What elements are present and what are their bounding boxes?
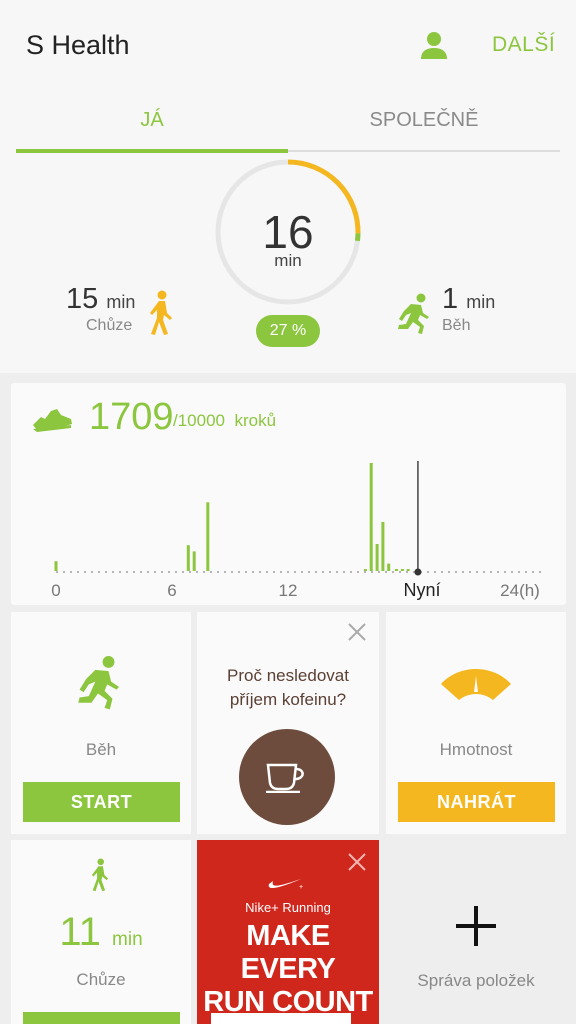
tab-bar: JÁ SPOLEČNĚ	[0, 95, 576, 155]
caffeine-tile[interactable]: Proč nesledovat příjem kofeinu?	[197, 612, 379, 834]
start-button[interactable]: START	[23, 782, 180, 822]
axis-label-24: 24(h)	[500, 581, 540, 600]
profile-button[interactable]	[416, 28, 452, 64]
weight-tile-label: Hmotnost	[439, 740, 513, 759]
manage-items-tile[interactable]: Správa položek	[386, 840, 566, 1024]
axis-label-now: Nyní	[403, 580, 440, 600]
app-title: S Health	[26, 30, 130, 60]
hourly-steps-chart: 0 6 12 Nyní 24(h)	[51, 461, 541, 600]
running-icon	[398, 293, 429, 334]
app-bar: S Health DALŠÍ	[0, 0, 576, 95]
steps-card[interactable]: 1709 /10000 kroků 0 6 12 Nyní 24(h)	[11, 383, 566, 605]
nike-brand: Nike+ Running	[245, 900, 331, 915]
plus-icon	[456, 906, 496, 946]
step-bar	[186, 545, 190, 571]
walking-minutes: 15 min	[66, 283, 136, 315]
scale-gauge-icon	[441, 669, 511, 700]
goal-percent-badge: 27 %	[256, 315, 320, 347]
nike-running-ad[interactable]: + Nike+ Running MAKE EVERY RUN COUNT	[197, 840, 379, 1024]
tab-me[interactable]: JÁ	[16, 109, 288, 132]
step-bar	[395, 569, 398, 571]
more-button[interactable]: DALŠÍ	[492, 33, 555, 57]
nike-cta-button[interactable]	[211, 1013, 351, 1024]
axis-label-6: 6	[167, 581, 176, 600]
step-bar	[406, 569, 410, 571]
step-bar	[54, 561, 58, 571]
nike-headline: MAKE EVERY RUN COUNT	[203, 920, 373, 1018]
walking-icon	[91, 858, 109, 892]
running-icon	[78, 656, 120, 710]
run-tile-label: Běh	[85, 740, 117, 759]
coffee-cup-icon	[266, 763, 304, 793]
tab-indicator	[16, 149, 288, 153]
manage-items-label: Správa položek	[417, 971, 535, 990]
step-bar	[400, 569, 404, 571]
step-bar	[381, 521, 385, 571]
walking-icon	[150, 290, 172, 335]
running-minutes: 1 min	[442, 283, 496, 315]
run-tile[interactable]: Běh START	[11, 612, 191, 834]
step-bar	[192, 551, 196, 571]
activity-summary[interactable]: 16 min 27 % 15 min Chůze 1 min Běh	[0, 155, 576, 373]
person-icon	[421, 32, 447, 59]
walk-tile-button[interactable]	[23, 1012, 180, 1024]
nike-swoosh-icon: +	[268, 879, 303, 890]
close-icon[interactable]	[347, 622, 367, 642]
caffeine-prompt: Proč nesledovat příjem kofeinu?	[227, 666, 349, 709]
step-bar	[387, 563, 391, 571]
walking-label: Chůze	[86, 317, 133, 334]
step-bar	[363, 569, 367, 571]
weight-tile[interactable]: Hmotnost NAHRÁT	[386, 612, 566, 834]
running-label: Běh	[442, 317, 471, 334]
walk-tile-minutes: 11 min	[59, 910, 143, 954]
step-bar	[206, 502, 210, 571]
now-marker-dot	[414, 568, 422, 576]
upload-weight-button[interactable]: NAHRÁT	[398, 782, 555, 822]
axis-label-12: 12	[279, 581, 298, 600]
total-active-unit: min	[274, 251, 302, 270]
svg-text:+: +	[299, 884, 303, 890]
step-bar	[369, 463, 373, 571]
tab-together[interactable]: SPOLEČNĚ	[288, 109, 560, 132]
close-icon[interactable]	[347, 852, 367, 872]
coffee-button[interactable]	[239, 729, 335, 825]
axis-label-0: 0	[51, 581, 60, 600]
walk-tile-label: Chůze	[76, 970, 126, 989]
step-bar	[375, 544, 379, 571]
walk-tile[interactable]: 11 min Chůze	[11, 840, 191, 1024]
